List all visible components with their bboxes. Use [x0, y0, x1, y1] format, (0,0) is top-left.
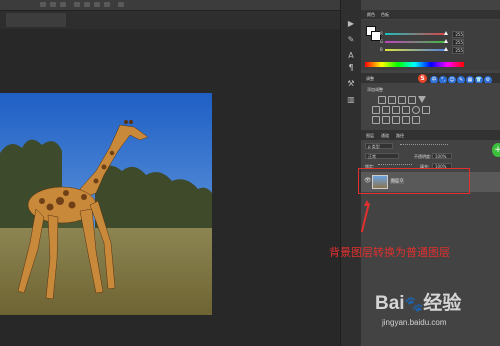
clone-source-icon[interactable]: ▥	[347, 96, 355, 104]
b-label: B	[380, 47, 383, 52]
b-slider[interactable]	[385, 47, 448, 51]
gradient-map-icon[interactable]	[402, 116, 410, 124]
option-icon[interactable]	[74, 2, 80, 7]
layers-tab[interactable]: 图层	[366, 133, 374, 139]
curves-icon[interactable]	[398, 96, 406, 104]
posterize-icon[interactable]	[382, 116, 390, 124]
black-white-icon[interactable]	[392, 106, 400, 114]
filter-icons[interactable]	[400, 144, 448, 150]
giraffe-photo[interactable]	[0, 93, 212, 315]
annotation-text: 背景图层转换为普通图层	[329, 246, 450, 259]
exposure-icon[interactable]	[408, 96, 416, 104]
vibrance-icon[interactable]	[418, 96, 426, 103]
option-icon[interactable]	[118, 2, 124, 7]
color-panel-header: 颜色 色板	[361, 10, 500, 19]
option-icon[interactable]	[40, 2, 46, 7]
watermark-url: jingyan.baidu.com	[382, 318, 447, 327]
baidu-watermark: Bai🐾经验	[375, 288, 461, 315]
r-label: R	[380, 31, 383, 36]
brush-icon[interactable]: ✎	[347, 36, 355, 44]
paragraph-icon[interactable]: ¶	[347, 64, 355, 72]
option-icon[interactable]	[104, 2, 110, 7]
b-slider-knob[interactable]	[444, 47, 448, 51]
g-value[interactable]: 255	[452, 39, 464, 46]
watermark-brand: Bai	[375, 293, 405, 314]
option-icon[interactable]	[84, 2, 90, 7]
paths-tab[interactable]: 路径	[396, 133, 404, 139]
r-value[interactable]: 255	[452, 31, 464, 38]
layer-filter-select[interactable]: ρ 类型	[365, 143, 393, 149]
opacity-label: 不透明度:	[414, 154, 432, 159]
tool-presets-icon[interactable]: ⚒	[347, 80, 355, 88]
color-spectrum[interactable]	[365, 62, 464, 67]
r-slider-knob[interactable]	[444, 31, 448, 35]
threshold-icon[interactable]	[392, 116, 400, 124]
add-adjustment-label: 添加调整	[367, 87, 383, 92]
levels-icon[interactable]	[388, 96, 396, 104]
swatches-tab[interactable]: 色板	[381, 12, 389, 18]
blend-mode-select[interactable]: 正常	[365, 153, 399, 159]
option-icon[interactable]	[60, 2, 66, 7]
channel-mixer-icon[interactable]	[412, 106, 420, 114]
sogou-logo-icon[interactable]: S	[418, 74, 427, 83]
brightness-icon[interactable]	[378, 96, 386, 104]
photo-filter-icon[interactable]	[402, 106, 410, 114]
adjustments-tab[interactable]: 调整	[366, 76, 374, 82]
b-value[interactable]: 255	[452, 47, 464, 54]
side-float-button[interactable]: +	[492, 143, 500, 157]
character-icon[interactable]: A	[347, 52, 355, 60]
g-slider-knob[interactable]	[444, 39, 448, 43]
color-tab[interactable]: 颜色	[367, 12, 375, 18]
option-icon[interactable]	[50, 2, 56, 7]
watermark-brand2: 经验	[423, 293, 462, 314]
hue-saturation-icon[interactable]	[372, 106, 380, 114]
selective-color-icon[interactable]	[412, 116, 420, 124]
arrow-head	[364, 200, 370, 206]
g-slider[interactable]	[385, 39, 448, 43]
option-icon[interactable]	[94, 2, 100, 7]
highlight-box	[358, 168, 470, 194]
channels-tab[interactable]: 通道	[381, 133, 389, 139]
color-lookup-icon[interactable]	[422, 106, 430, 114]
g-label: G	[380, 39, 384, 44]
paw-icon: 🐾	[404, 296, 424, 313]
history-icon[interactable]: ▶	[347, 20, 355, 28]
giraffe-image	[0, 93, 212, 315]
document-tab[interactable]	[6, 13, 66, 27]
layers-panel-header: 图层 通道 路径	[361, 130, 500, 140]
invert-icon[interactable]	[372, 116, 380, 124]
opacity-input[interactable]: 100%	[432, 153, 452, 159]
r-slider[interactable]	[385, 31, 448, 35]
color-balance-icon[interactable]	[382, 106, 390, 114]
